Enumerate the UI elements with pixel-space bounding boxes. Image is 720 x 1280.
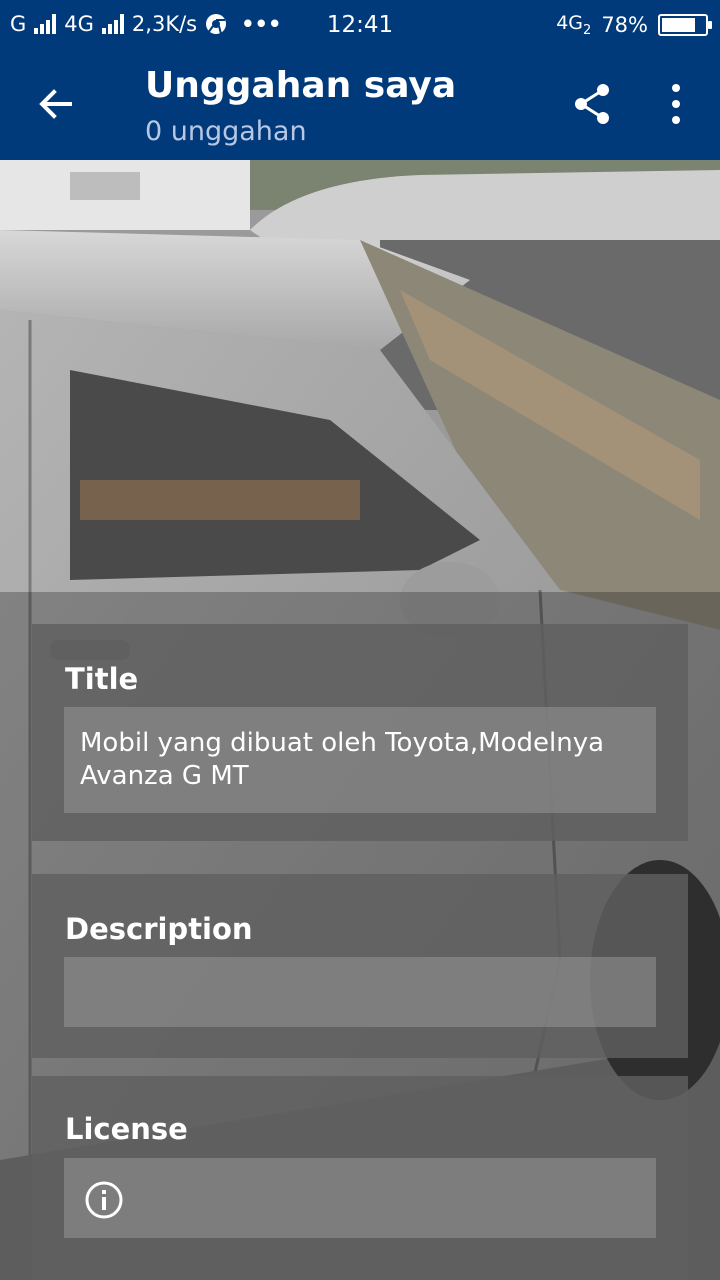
- network-type-label: 4G: [556, 12, 584, 34]
- page-subtitle: 0 unggahan: [145, 116, 307, 147]
- battery-fill: [662, 17, 695, 32]
- share-icon[interactable]: [570, 82, 614, 126]
- title-field[interactable]: Mobil yang dibuat oleh Toyota,Modelnya A…: [64, 707, 656, 813]
- battery-icon: [658, 13, 712, 36]
- network-sub-label: 2: [583, 22, 592, 38]
- status-bar: G 4G 2,3K/s ••• 12:41 4G2 78%: [0, 0, 720, 50]
- title-card: Title Mobil yang dibuat oleh Toyota,Mode…: [32, 624, 688, 841]
- app-bar: Unggahan saya 0 unggahan: [0, 50, 720, 160]
- status-right: 4G2 78%: [556, 12, 712, 38]
- description-label: Description: [65, 912, 253, 946]
- more-vert-icon[interactable]: [662, 82, 690, 126]
- license-field[interactable]: [64, 1158, 656, 1238]
- license-label: License: [65, 1112, 188, 1146]
- network-type: 4G2: [556, 12, 591, 38]
- title-label: Title: [65, 662, 139, 696]
- page-title: Unggahan saya: [145, 65, 457, 106]
- arrow-back-icon[interactable]: [34, 82, 78, 126]
- info-icon[interactable]: [84, 1180, 124, 1220]
- battery-percent: 78%: [601, 12, 648, 37]
- license-card: License: [32, 1076, 688, 1280]
- description-card: Description: [32, 874, 688, 1058]
- description-field[interactable]: [64, 957, 656, 1027]
